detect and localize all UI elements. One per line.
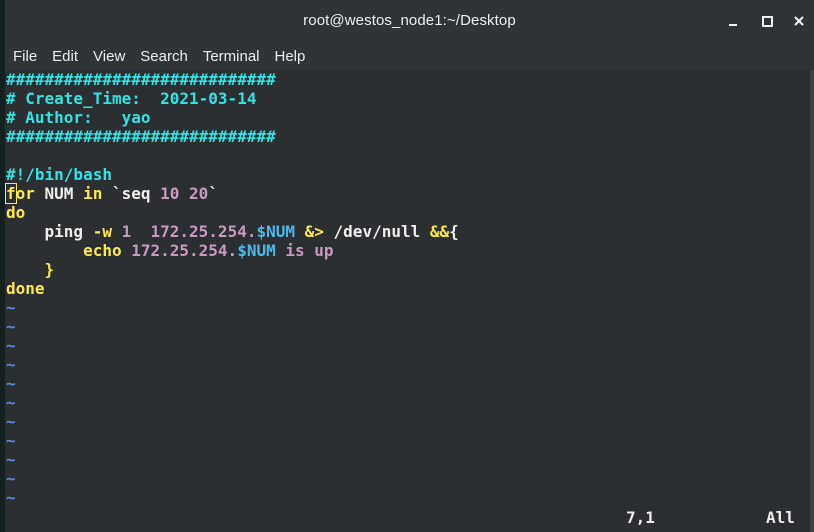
- keyword-for: or: [15, 184, 35, 203]
- and-operator: &&: [429, 222, 450, 241]
- editor-line-4: ############################: [6, 127, 276, 146]
- open-brace: {: [449, 222, 459, 241]
- empty-line-tilde: ~: [6, 393, 16, 412]
- close-brace: }: [44, 260, 55, 279]
- ping-count: 1: [111, 222, 151, 241]
- empty-line-tilde: ~: [6, 469, 16, 488]
- backtick-open: `: [102, 184, 122, 203]
- redirect-operator: &>: [295, 222, 324, 241]
- scroll-indicator: All: [766, 508, 795, 527]
- close-button[interactable]: [788, 10, 810, 32]
- editor-line-12: done: [6, 279, 45, 298]
- empty-line-tilde: ~: [6, 317, 16, 336]
- empty-line-tilde: ~: [6, 488, 16, 507]
- seq-range: 10 20: [150, 184, 209, 203]
- backtick-close: `: [208, 184, 218, 203]
- empty-line-tilde: ~: [6, 450, 16, 469]
- editor-line-3: # Author: yao: [6, 108, 151, 127]
- menu-help[interactable]: Help: [268, 48, 313, 65]
- terminal-window: root@westos_node1:~/Desktop File Edit Vi…: [0, 0, 814, 532]
- ping-ip: 172.25.254.: [150, 222, 257, 241]
- seq-command: seq: [121, 184, 151, 203]
- loop-variable: NUM: [34, 184, 84, 203]
- empty-line-tilde: ~: [6, 336, 16, 355]
- menu-search[interactable]: Search: [133, 48, 195, 65]
- echo-variable: $NUM: [237, 241, 276, 260]
- menu-file[interactable]: File: [6, 48, 44, 65]
- editor-line-11: }: [6, 260, 55, 279]
- editor-line-8: do: [6, 203, 26, 222]
- terminal-text-area[interactable]: ############################ # Create_Ti…: [5, 70, 810, 532]
- ping-command: ping: [44, 222, 93, 241]
- window-title: root@westos_node1:~/Desktop: [303, 12, 516, 29]
- menu-view[interactable]: View: [86, 48, 132, 65]
- editor-line-9: ping -w 1 172.25.254.$NUM &> /dev/null &…: [6, 222, 459, 241]
- editor-line-7: for NUM in `seq 10 20`: [5, 183, 218, 204]
- menu-edit[interactable]: Edit: [45, 48, 85, 65]
- maximize-icon: [761, 15, 773, 27]
- minimize-button[interactable]: [722, 10, 744, 32]
- echo-ip: 172.25.254.: [121, 241, 238, 260]
- keyword-in: in: [83, 184, 103, 203]
- menu-terminal[interactable]: Terminal: [196, 48, 267, 65]
- close-icon: [794, 16, 804, 26]
- cursor-position: 7,1: [626, 508, 655, 527]
- minimize-icon: [729, 24, 737, 26]
- dev-null: /dev/null: [323, 222, 430, 241]
- text-cursor: f: [5, 183, 17, 204]
- maximize-button[interactable]: [756, 10, 778, 32]
- empty-line-tilde: ~: [6, 298, 16, 317]
- echo-tail: is up: [275, 241, 334, 260]
- scrollbar[interactable]: [810, 70, 814, 532]
- title-bar[interactable]: root@westos_node1:~/Desktop: [5, 0, 814, 42]
- ping-variable: $NUM: [256, 222, 295, 241]
- empty-line-tilde: ~: [6, 374, 16, 393]
- menu-bar: File Edit View Search Terminal Help: [5, 42, 814, 70]
- editor-line-1: ############################: [6, 70, 276, 89]
- editor-line-2: # Create_Time: 2021-03-14: [6, 89, 257, 108]
- empty-line-tilde: ~: [6, 431, 16, 450]
- echo-command: echo: [83, 241, 122, 260]
- empty-line-tilde: ~: [6, 412, 16, 431]
- empty-line-tilde: ~: [6, 355, 16, 374]
- editor-line-6: #!/bin/bash: [6, 165, 112, 184]
- editor-line-10: echo 172.25.254.$NUM is up: [6, 241, 334, 260]
- ping-flag: -w: [92, 222, 112, 241]
